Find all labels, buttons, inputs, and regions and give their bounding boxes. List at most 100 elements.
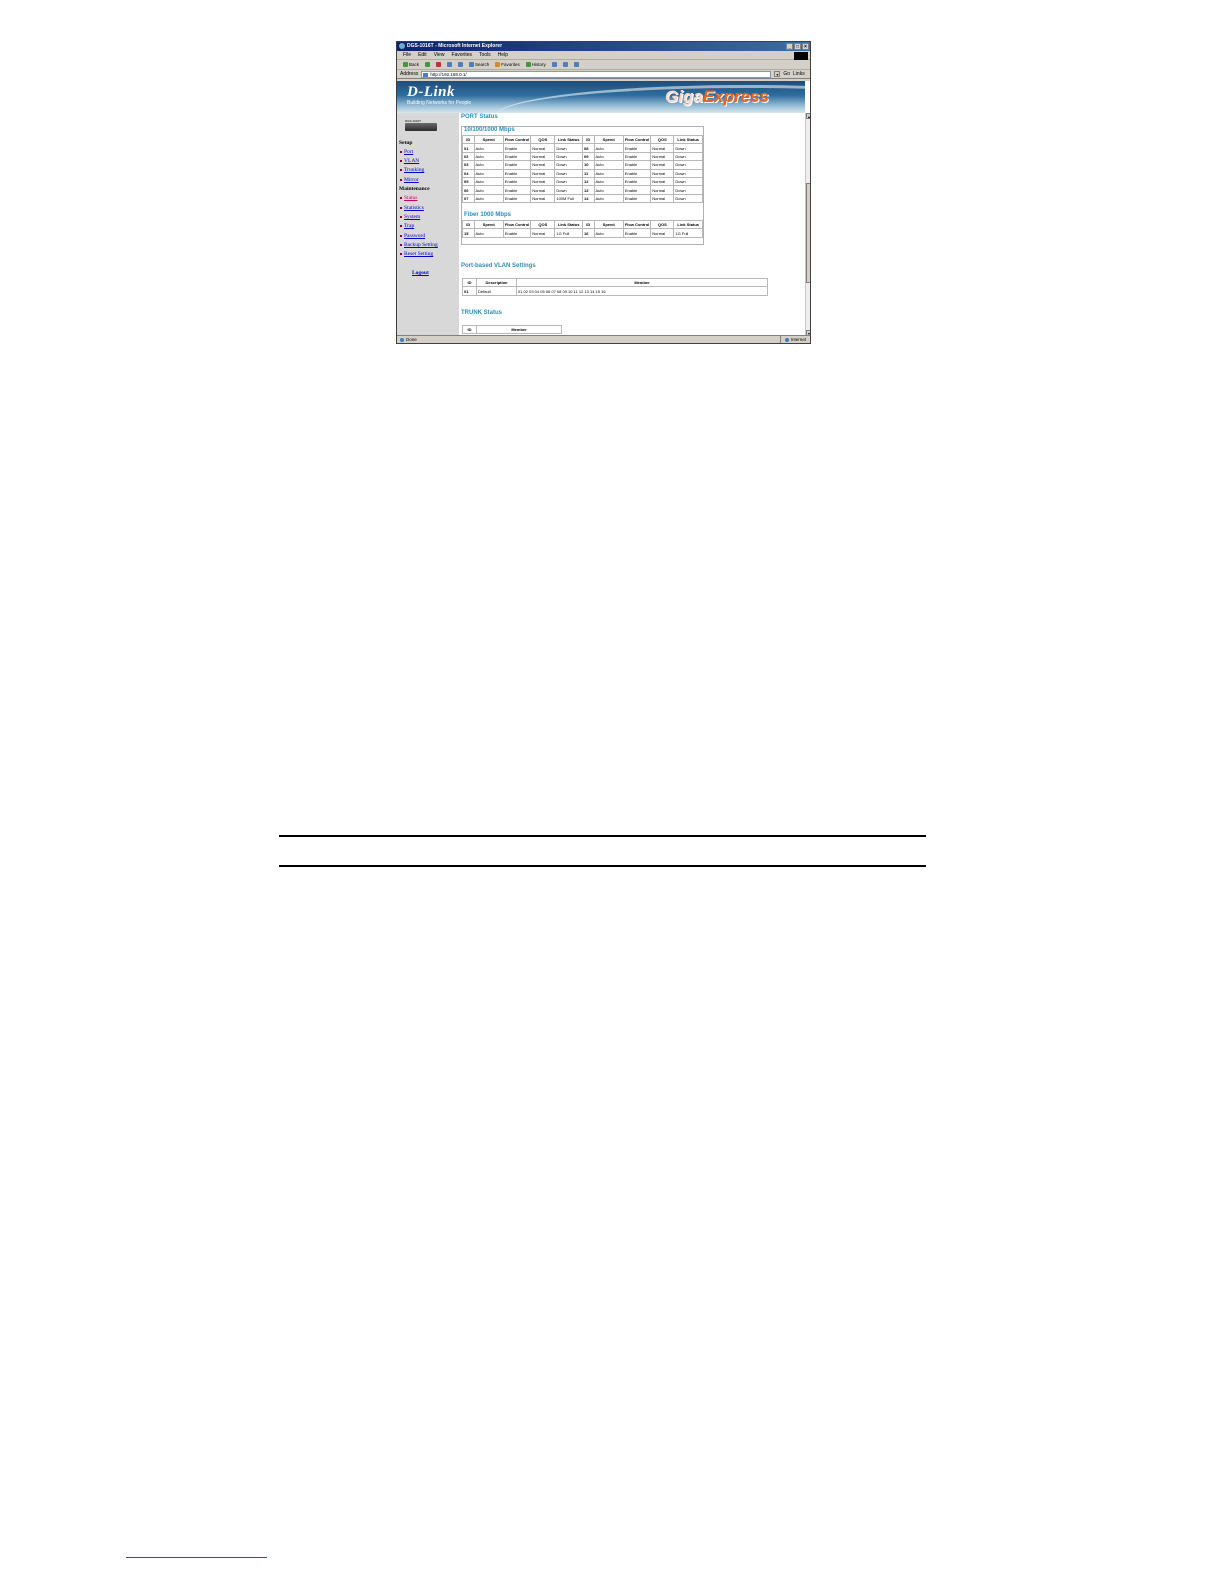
col-speed: Speed [473, 134, 504, 145]
table-row: 02 Auto Enable Normal Down 09 Auto Enable Normal… [462, 151, 703, 162]
table-cell: Normal [530, 143, 556, 153]
refresh-icon [447, 62, 453, 67]
table-cell: Auto [473, 193, 504, 204]
maximize-button[interactable]: □ [794, 43, 801, 50]
table-cell: Default [476, 286, 517, 296]
col-id: ID [462, 219, 475, 230]
edit-button[interactable] [573, 62, 579, 67]
table-cell: Enable [502, 185, 532, 195]
sidebar-item-port[interactable]: Port [400, 149, 413, 155]
main-content: PORT Status 10/100/1000 Mbps ID Speed Fl… [461, 113, 805, 336]
col-speed: Speed [593, 219, 624, 230]
logout-link[interactable]: Logout [412, 270, 429, 276]
back-button[interactable]: Back [403, 62, 419, 67]
title-bar[interactable]: DGS-1016T - Microsoft Internet Explorer … [397, 42, 810, 51]
table-cell: Enable [502, 168, 532, 178]
table-cell: 01 [462, 286, 477, 296]
table-cell: 04 [462, 168, 475, 178]
table-cell: 13 [582, 185, 595, 195]
table-cell: Auto [473, 185, 504, 195]
sidebar-item-backup-setting[interactable]: Backup Setting [400, 242, 438, 248]
sidebar-item-trunking[interactable]: Trunking [400, 167, 424, 173]
back-arrow-icon [403, 62, 408, 67]
table-cell: Auto [593, 185, 624, 195]
address-dropdown[interactable]: ▾ [774, 71, 781, 77]
mail-button[interactable] [551, 62, 557, 67]
stop-icon [436, 62, 442, 67]
document-rule-top [279, 835, 926, 837]
table-cell: Normal [650, 176, 675, 187]
internet-zone-icon [784, 337, 789, 342]
favorites-button[interactable]: Favorites [495, 62, 520, 67]
sidebar-item-system[interactable]: System [400, 214, 420, 220]
table-cell: Down [673, 151, 703, 162]
table-cell: Auto [473, 151, 504, 162]
sidebar-item-password[interactable]: Password [400, 233, 425, 239]
table-cell: Down [554, 160, 583, 170]
col-flow-control: Flow Control [502, 134, 532, 145]
refresh-button[interactable] [447, 62, 453, 67]
sidebar-item-trap[interactable]: Trap [400, 223, 414, 229]
col-id: ID [582, 134, 595, 145]
stop-button[interactable] [436, 62, 442, 67]
footnote-rule [126, 1557, 267, 1558]
scroll-thumb[interactable] [806, 183, 810, 283]
table-cell: Down [673, 176, 703, 187]
table-cell: Normal [650, 160, 675, 170]
go-button[interactable]: Go [783, 71, 790, 77]
address-input[interactable]: http://192.168.0.1/ [421, 70, 772, 78]
table-cell: 07 [462, 193, 475, 204]
sidebar-item-mirror[interactable]: Mirror [400, 177, 419, 183]
table-cell: 1G Full [554, 228, 583, 238]
col-id: ID [462, 134, 475, 145]
table-row: 01 Default 01 02 03 04 05 06 07 08 09 10 1… [462, 286, 768, 296]
table-cell: Normal [530, 160, 556, 170]
sidebar-item-vlan[interactable]: VLAN [400, 158, 419, 164]
search-icon [469, 62, 475, 67]
col-speed: Speed [593, 134, 624, 145]
table-cell: Auto [593, 143, 624, 153]
sidebar-item-status[interactable]: Status [400, 195, 417, 201]
table-row: 01 Auto Enable Normal Down 08 Auto Enable Normal… [462, 143, 703, 153]
col-flow-control: Flow Control [502, 219, 532, 230]
dlink-banner: D-Link Building Networks for People Giga… [397, 81, 805, 113]
search-button[interactable]: Search [469, 62, 489, 67]
close-button[interactable]: × [802, 43, 809, 50]
banner-tagline: Building Networks for People [407, 100, 472, 106]
dlink-logo: D-Link [407, 84, 455, 100]
scroll-up-button[interactable]: ▴ [806, 113, 810, 119]
print-button[interactable] [562, 62, 568, 67]
table-cell: 15 [462, 228, 475, 238]
table-cell: Enable [622, 143, 652, 153]
menu-file[interactable]: File [403, 52, 411, 58]
menu-edit[interactable]: Edit [418, 52, 427, 58]
forward-arrow-icon [425, 62, 431, 67]
table-row: 04 Auto Enable Normal Down 11 Auto Enable Normal… [462, 168, 703, 178]
forward-button[interactable] [425, 62, 431, 67]
menu-favorites[interactable]: Favorites [451, 52, 472, 58]
menu-view[interactable]: View [434, 52, 445, 58]
sidebar-item-reset-setting[interactable]: Reset Setting [400, 251, 433, 257]
table-cell: 03 [462, 160, 475, 170]
gigaexpress-logo: GigaExpress [665, 87, 769, 106]
table-cell: Normal [650, 151, 675, 162]
menu-tools[interactable]: Tools [479, 52, 491, 58]
history-button[interactable]: History [525, 62, 546, 67]
links-button[interactable]: Links [793, 71, 805, 77]
home-button[interactable] [458, 62, 464, 67]
vertical-scrollbar[interactable]: ▴ ▾ [805, 113, 810, 336]
table-cell: Down [673, 168, 703, 178]
table-cell: Normal [530, 185, 556, 195]
menu-help[interactable]: Help [498, 52, 508, 58]
table-cell: Enable [622, 228, 652, 238]
table-cell: Auto [473, 160, 504, 170]
trunk-header-row: ID Member [462, 324, 562, 335]
table-cell: Down [554, 185, 583, 195]
table-row: 15 Auto Enable Normal 1G Full 16 Auto Enable Nor… [462, 228, 703, 238]
sidebar-item-statistics[interactable]: Statistics [400, 205, 424, 211]
table-cell: Enable [622, 160, 652, 170]
table-cell: 1G Full [673, 228, 703, 238]
minimize-button[interactable]: _ [786, 43, 793, 50]
mail-icon [551, 62, 557, 67]
fiber-header-row: ID Speed Flow Control QOS Link Status ID… [462, 219, 703, 230]
